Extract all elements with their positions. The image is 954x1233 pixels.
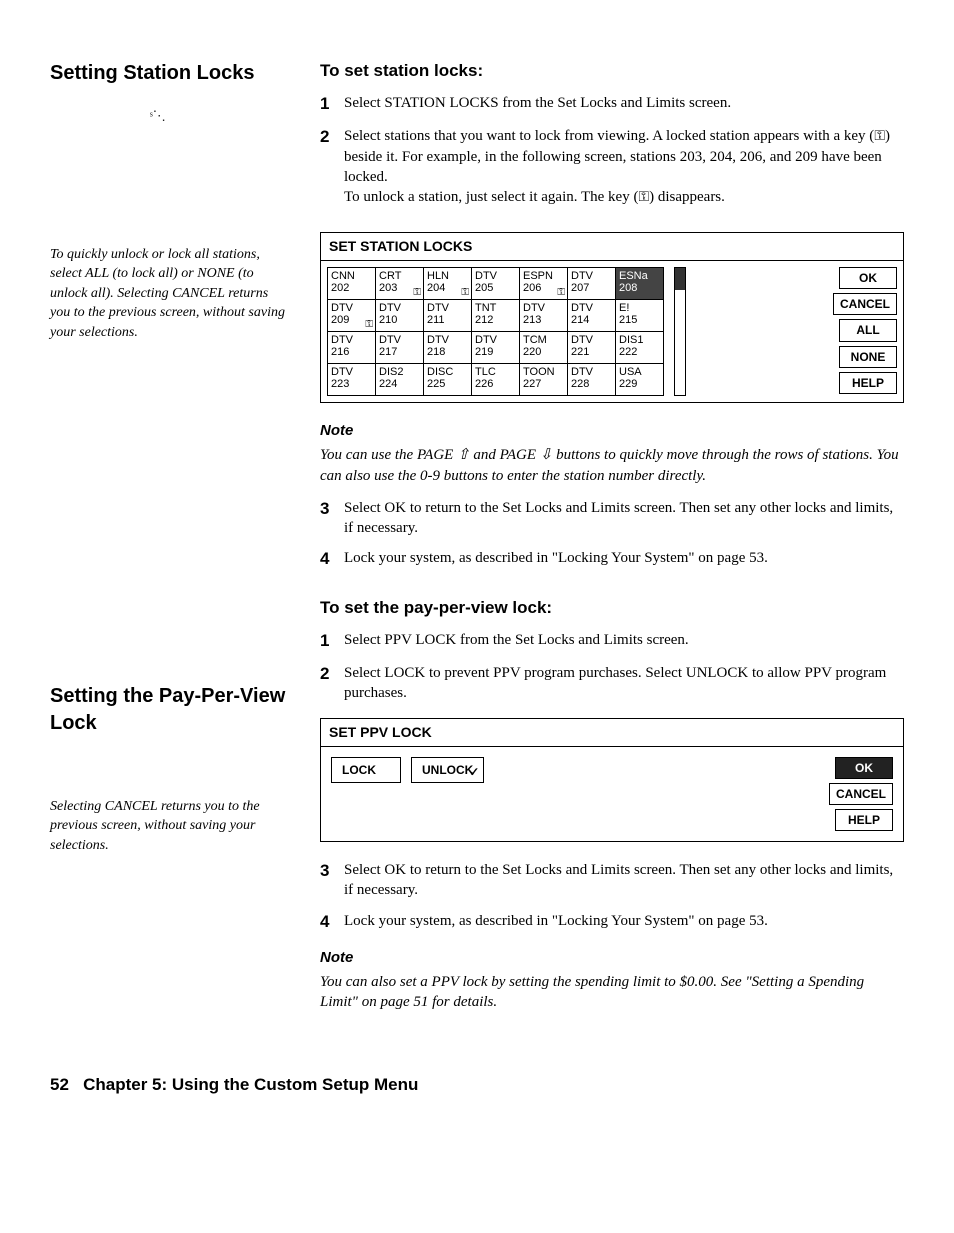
station-cell[interactable]: DTV217	[376, 332, 424, 364]
station-cell[interactable]: DIS1222	[616, 332, 664, 364]
all-button[interactable]: ALL	[839, 319, 897, 341]
step-number: 1	[320, 93, 344, 116]
section-title-station-locks: Setting Station Locks	[50, 60, 290, 87]
section-title-ppv-lock: Setting the Pay-Per-View Lock	[50, 683, 290, 737]
step-number: 4	[320, 911, 344, 934]
chapter-title: Chapter 5: Using the Custom Setup Menu	[83, 1075, 418, 1094]
station-cell[interactable]: TLC226	[472, 364, 520, 396]
step-number: 4	[320, 548, 344, 571]
scrollbar-thumb[interactable]	[675, 268, 685, 290]
station-cell[interactable]: DTV214	[568, 300, 616, 332]
set-station-locks-panel: SET STATION LOCKS CNN202CRT203⚿HLN204⚿DT…	[320, 232, 904, 403]
panel-title: SET PPV LOCK	[321, 719, 903, 747]
station-cell[interactable]: ESNa208	[616, 268, 664, 300]
cancel-button[interactable]: CANCEL	[833, 293, 897, 315]
key-icon: ⚿	[874, 129, 885, 144]
station-grid: CNN202CRT203⚿HLN204⚿DTV205ESPN206⚿DTV207…	[327, 267, 664, 396]
station-cell[interactable]: DTV218	[424, 332, 472, 364]
station-cell[interactable]: DIS2224	[376, 364, 424, 396]
station-cell[interactable]: DISC225	[424, 364, 472, 396]
page-number: 52	[50, 1075, 69, 1094]
unlock-button[interactable]: UNLOCK ✓	[411, 757, 484, 783]
sidenote-station-locks: To quickly unlock or lock all stations, …	[50, 245, 290, 343]
lock-button[interactable]: LOCK	[331, 757, 401, 783]
ok-button[interactable]: OK	[835, 757, 893, 779]
note-heading: Note	[320, 948, 904, 968]
station-cell[interactable]: USA229	[616, 364, 664, 396]
station-cell[interactable]: DTV228	[568, 364, 616, 396]
key-icon: ⚿	[461, 287, 469, 298]
decor-mark: ˢ⋱	[150, 107, 290, 125]
station-cell[interactable]: DTV205	[472, 268, 520, 300]
station-cell[interactable]: TCM220	[520, 332, 568, 364]
step-number: 2	[320, 126, 344, 218]
set-ppv-lock-panel: SET PPV LOCK LOCK UNLOCK ✓ OK CANCEL HEL…	[320, 718, 904, 842]
scrollbar[interactable]	[674, 267, 686, 396]
step-number: 3	[320, 860, 344, 901]
none-button[interactable]: NONE	[839, 346, 897, 368]
key-icon: ⚿	[413, 287, 421, 298]
ok-button[interactable]: OK	[839, 267, 897, 289]
cancel-button[interactable]: CANCEL	[829, 783, 893, 805]
station-cell[interactable]: DTV210	[376, 300, 424, 332]
key-icon: ⚿	[365, 319, 373, 330]
station-cell[interactable]: DTV211	[424, 300, 472, 332]
help-button[interactable]: HELP	[835, 809, 893, 831]
step-number: 2	[320, 663, 344, 704]
station-cell[interactable]: DTV209⚿	[328, 300, 376, 332]
note-body: You can also set a PPV lock by setting t…	[320, 972, 904, 1013]
help-button[interactable]: HELP	[839, 372, 897, 394]
subtitle-set-station-locks: To set station locks:	[320, 60, 904, 83]
step-text: Select OK to return to the Set Locks and…	[344, 860, 904, 901]
station-cell[interactable]: DTV221	[568, 332, 616, 364]
step-text: Select PPV LOCK from the Set Locks and L…	[344, 630, 904, 653]
step-text: Lock your system, as described in "Locki…	[344, 911, 904, 934]
note-heading: Note	[320, 421, 904, 441]
step-text: Select OK to return to the Set Locks and…	[344, 498, 904, 539]
key-icon: ⚿	[638, 190, 649, 205]
key-icon: ⚿	[557, 287, 565, 298]
station-cell[interactable]: TNT212	[472, 300, 520, 332]
station-cell[interactable]: DTV213	[520, 300, 568, 332]
station-cell[interactable]: DTV216	[328, 332, 376, 364]
station-cell[interactable]: CRT203⚿	[376, 268, 424, 300]
step-text: Lock your system, as described in "Locki…	[344, 548, 904, 571]
station-cell[interactable]: E!215	[616, 300, 664, 332]
step-text: Select STATION LOCKS from the Set Locks …	[344, 93, 904, 116]
station-cell[interactable]: DTV223	[328, 364, 376, 396]
page-footer: 52 Chapter 5: Using the Custom Setup Men…	[50, 1074, 904, 1097]
station-cell[interactable]: DTV207	[568, 268, 616, 300]
panel-title: SET STATION LOCKS	[321, 233, 903, 261]
sidenote-ppv-lock: Selecting CANCEL returns you to the prev…	[50, 797, 290, 856]
station-cell[interactable]: CNN202	[328, 268, 376, 300]
station-cell[interactable]: TOON227	[520, 364, 568, 396]
check-icon: ✓	[469, 764, 479, 780]
step-number: 3	[320, 498, 344, 539]
step-text: Select stations that you want to lock fr…	[344, 126, 904, 218]
subtitle-set-ppv-lock: To set the pay-per-view lock:	[320, 597, 904, 620]
step-number: 1	[320, 630, 344, 653]
station-cell[interactable]: ESPN206⚿	[520, 268, 568, 300]
note-body: You can use the PAGE ⇧ and PAGE ⇩ button…	[320, 445, 904, 486]
station-cell[interactable]: HLN204⚿	[424, 268, 472, 300]
station-cell[interactable]: DTV219	[472, 332, 520, 364]
step-text: Select LOCK to prevent PPV program purch…	[344, 663, 904, 704]
